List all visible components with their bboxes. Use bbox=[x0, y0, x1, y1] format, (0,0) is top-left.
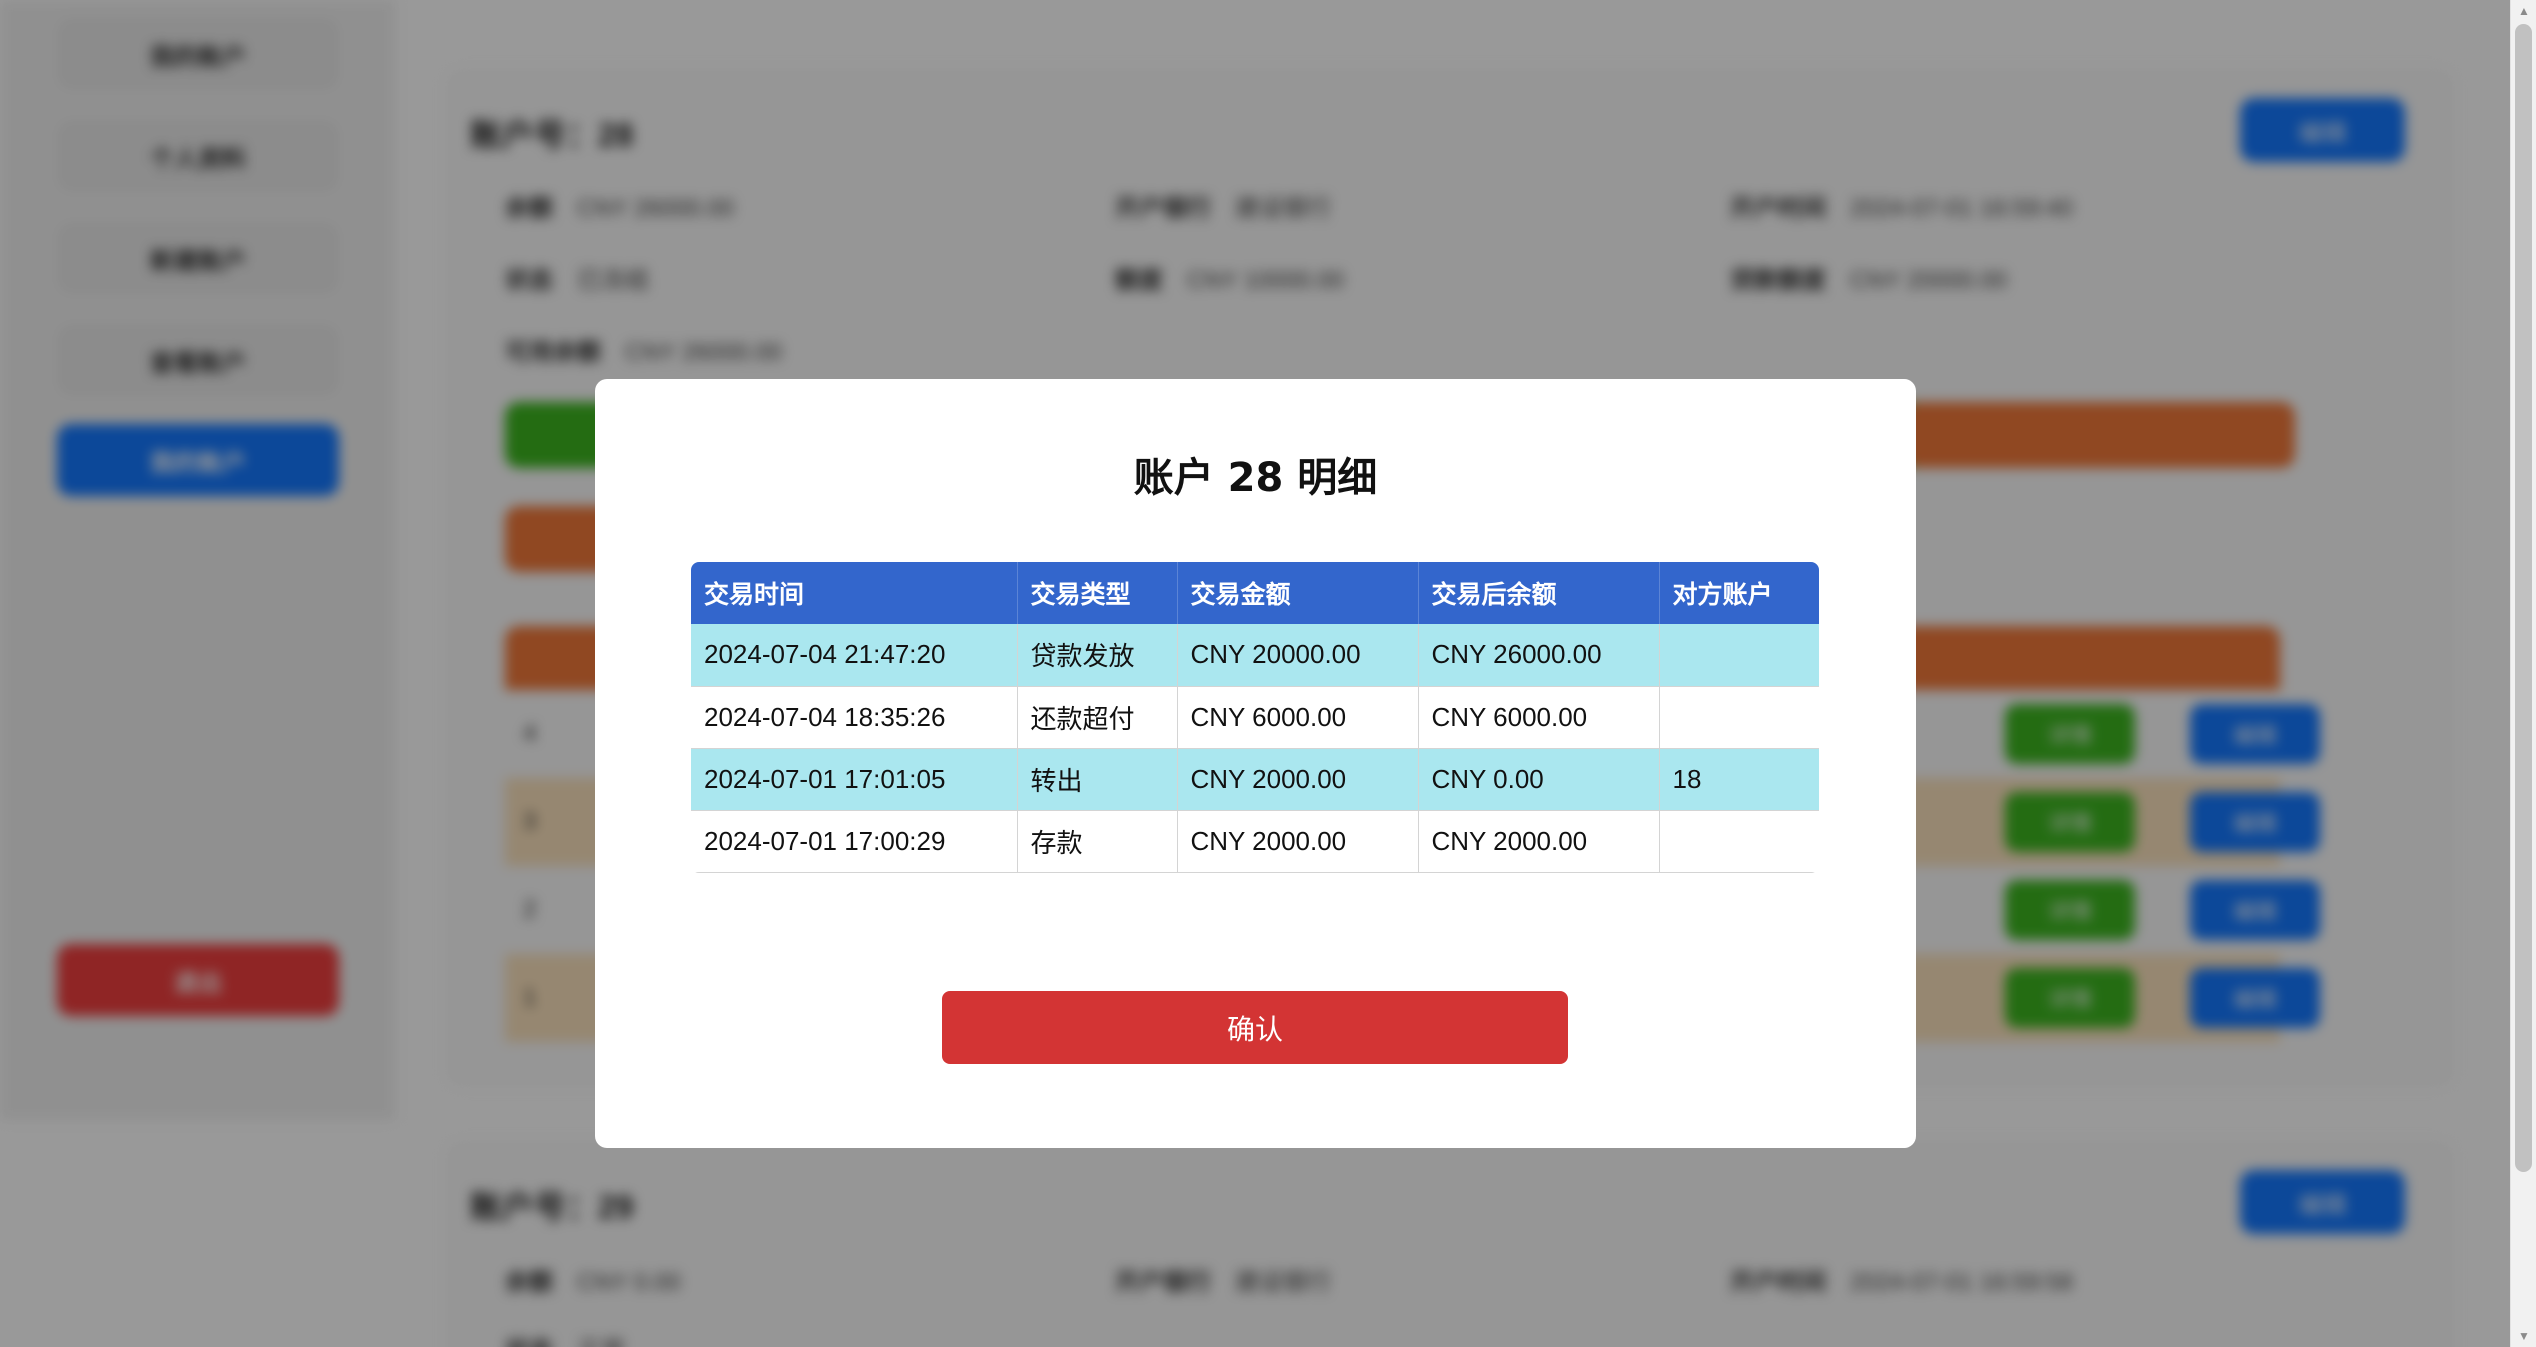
table-row: 2024-07-04 21:47:20 贷款发放 CNY 20000.00 CN… bbox=[691, 624, 1819, 687]
cell-time: 2024-07-01 17:00:29 bbox=[691, 810, 1018, 873]
table-header-row: 交易时间 交易类型 交易金额 交易后余额 对方账户 bbox=[691, 562, 1819, 624]
modal-title: 账户 28 明细 bbox=[1133, 455, 1378, 501]
column-header-balance-after: 交易后余额 bbox=[1418, 562, 1660, 624]
scroll-up-arrow-icon[interactable]: ▲ bbox=[2511, 0, 2536, 22]
account-detail-modal: 账户 28 明细 交易时间 交易类型 交易金额 交易后余额 对方账户 2024-… bbox=[595, 379, 1916, 1148]
scroll-down-arrow-icon[interactable]: ▼ bbox=[2511, 1325, 2536, 1347]
cell-balance-after: CNY 0.00 bbox=[1418, 748, 1660, 811]
cell-time: 2024-07-04 18:35:26 bbox=[691, 686, 1018, 749]
cell-balance-after: CNY 26000.00 bbox=[1418, 624, 1660, 687]
table-row: 2024-07-04 18:35:26 还款超付 CNY 6000.00 CNY… bbox=[691, 686, 1819, 749]
cell-counterparty bbox=[1659, 686, 1819, 749]
scrollbar[interactable]: ▲ ▼ bbox=[2510, 0, 2536, 1347]
cell-type: 贷款发放 bbox=[1017, 624, 1178, 687]
column-header-amount: 交易金额 bbox=[1177, 562, 1419, 624]
cell-time: 2024-07-01 17:01:05 bbox=[691, 748, 1018, 811]
cell-type: 还款超付 bbox=[1017, 686, 1178, 749]
transaction-detail-table: 交易时间 交易类型 交易金额 交易后余额 对方账户 2024-07-04 21:… bbox=[691, 562, 1819, 873]
table-row: 2024-07-01 17:01:05 转出 CNY 2000.00 CNY 0… bbox=[691, 748, 1819, 811]
cell-counterparty: 18 bbox=[1659, 748, 1819, 811]
cell-type: 存款 bbox=[1017, 810, 1178, 873]
cell-counterparty bbox=[1659, 624, 1819, 687]
column-header-counterparty: 对方账户 bbox=[1659, 562, 1819, 624]
cell-amount: CNY 2000.00 bbox=[1177, 810, 1419, 873]
scroll-thumb[interactable] bbox=[2515, 24, 2532, 1172]
cell-time: 2024-07-04 21:47:20 bbox=[691, 624, 1018, 687]
cell-balance-after: CNY 6000.00 bbox=[1418, 686, 1660, 749]
cell-balance-after: CNY 2000.00 bbox=[1418, 810, 1660, 873]
table-row: 2024-07-01 17:00:29 存款 CNY 2000.00 CNY 2… bbox=[691, 810, 1819, 873]
cell-counterparty bbox=[1659, 810, 1819, 873]
column-header-type: 交易类型 bbox=[1017, 562, 1178, 624]
cell-type: 转出 bbox=[1017, 748, 1178, 811]
cell-amount: CNY 20000.00 bbox=[1177, 624, 1419, 687]
cell-amount: CNY 2000.00 bbox=[1177, 748, 1419, 811]
column-header-time: 交易时间 bbox=[691, 562, 1018, 624]
cell-amount: CNY 6000.00 bbox=[1177, 686, 1419, 749]
confirm-button[interactable]: 确认 bbox=[942, 991, 1568, 1064]
